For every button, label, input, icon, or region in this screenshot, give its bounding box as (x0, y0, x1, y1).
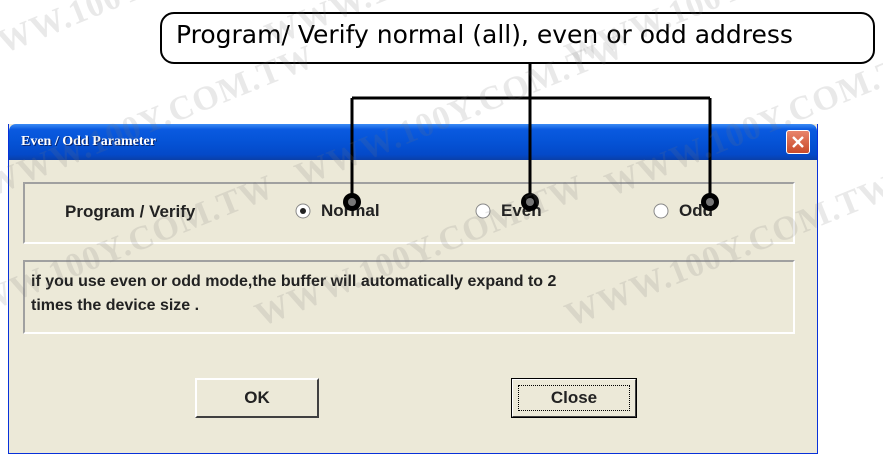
callout-connector-lines (343, 64, 719, 211)
connector-endpoints (343, 193, 719, 211)
